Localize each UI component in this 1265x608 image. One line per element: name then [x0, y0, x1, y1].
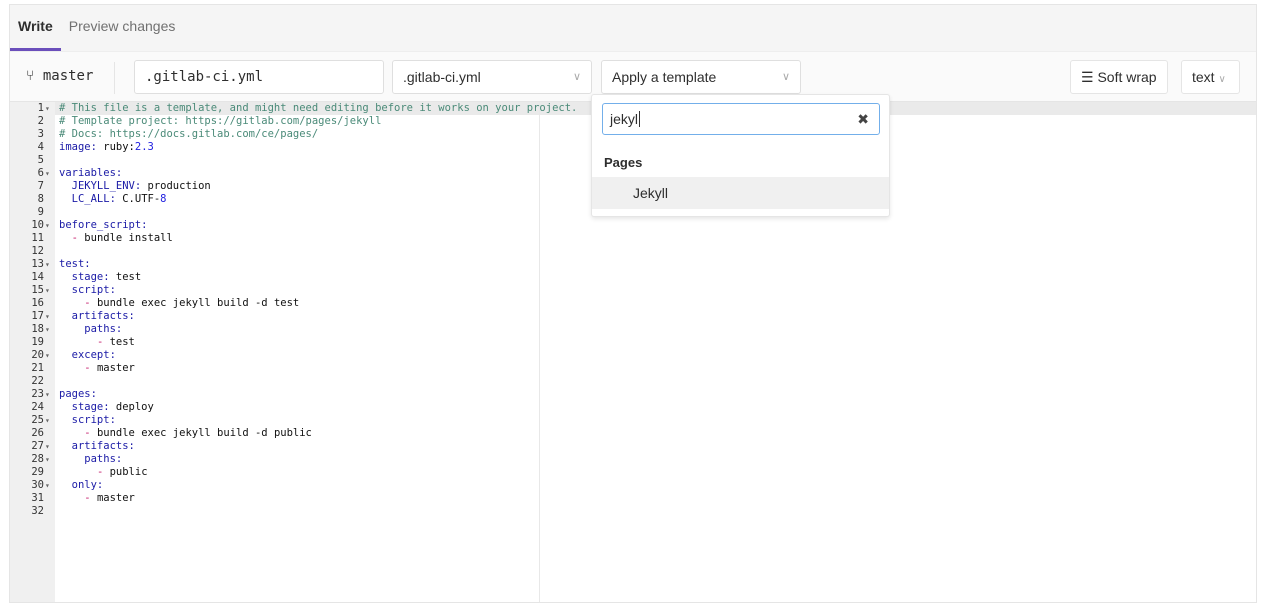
line-number: 18	[31, 323, 44, 335]
code-text: stage: deploy	[59, 401, 154, 413]
line-number: 3	[37, 128, 44, 140]
line-number: 26	[31, 427, 44, 439]
code-text: artifacts:	[59, 310, 135, 322]
line-number: 28	[31, 453, 44, 465]
fold-toggle-icon[interactable]: ▾	[45, 440, 50, 453]
line-number: 27	[31, 440, 44, 452]
print-margin	[539, 102, 540, 602]
line-number: 10	[31, 219, 44, 231]
search-value: jekyl	[610, 111, 639, 127]
code-text: image: ruby:2.3	[59, 141, 154, 153]
divider	[114, 62, 115, 94]
line-number: 30	[31, 479, 44, 491]
chevron-down-icon: ∨	[572, 71, 581, 83]
code-text: - test	[96, 336, 135, 348]
mode-value: text	[1192, 69, 1215, 85]
code-text: only:	[59, 479, 104, 491]
tab-write[interactable]: Write	[10, 4, 61, 51]
tab-preview-changes[interactable]: Preview changes	[61, 4, 184, 51]
template-value: Apply a template	[612, 69, 717, 85]
branch-name: master	[42, 68, 94, 84]
line-number: 12	[31, 245, 44, 257]
line-number: 24	[31, 401, 44, 413]
template-dropdown: jekyl ✖ Pages Jekyll	[591, 94, 890, 217]
code-text: # Docs: https://docs.gitlab.com/ce/pages…	[59, 128, 319, 140]
code-text: - bundle exec jekyll build -d public	[84, 427, 312, 439]
code-text: except:	[59, 349, 116, 361]
fold-toggle-icon[interactable]: ▾	[45, 349, 50, 362]
fold-toggle-icon[interactable]: ▾	[45, 102, 50, 115]
line-number: 6	[37, 167, 44, 179]
line-number: 14	[31, 271, 44, 283]
code-text: paths:	[59, 323, 123, 335]
code-text: pages:	[59, 388, 97, 400]
fold-toggle-icon[interactable]: ▾	[45, 284, 50, 297]
line-number: 4	[37, 141, 44, 153]
line-number: 16	[31, 297, 44, 309]
code-text: - master	[84, 362, 135, 374]
code-text: stage: test	[59, 271, 142, 283]
line-number: 5	[37, 154, 44, 166]
branch-indicator: ⑂ master	[26, 68, 93, 84]
file-name-input[interactable]: .gitlab-ci.yml	[134, 60, 384, 94]
line-number: 23	[31, 388, 44, 400]
code-text: - master	[84, 492, 135, 504]
soft-wrap-button[interactable]: ☰ Soft wrap	[1070, 60, 1168, 94]
code-text: JEKYLL_ENV: production	[59, 180, 211, 192]
code-text: before_script:	[59, 219, 148, 231]
line-number: 11	[31, 232, 44, 244]
code-text: # Template project: https://gitlab.com/p…	[59, 115, 382, 127]
code-text: - public	[96, 466, 148, 478]
code-text: - bundle install	[71, 232, 173, 244]
line-number: 15	[31, 284, 44, 296]
fold-toggle-icon[interactable]: ▾	[45, 258, 50, 271]
template-search-input[interactable]: jekyl ✖	[602, 103, 880, 135]
editor-tabs: Write Preview changes	[10, 5, 1256, 52]
line-number: 7	[37, 180, 44, 192]
chevron-down-icon: ∨	[1218, 74, 1226, 85]
chevron-down-icon: ∨	[781, 71, 790, 83]
line-number: 1	[37, 102, 44, 114]
code-text: LC_ALL: C.UTF-8	[59, 193, 167, 205]
line-number: 25	[31, 414, 44, 426]
line-number: 22	[31, 375, 44, 387]
fold-toggle-icon[interactable]: ▾	[45, 323, 50, 336]
soft-wrap-label: Soft wrap	[1097, 69, 1157, 85]
line-number: 13	[31, 258, 44, 270]
code-text: test:	[59, 258, 91, 270]
code-text: script:	[59, 414, 116, 426]
line-number: 17	[31, 310, 44, 322]
code-text: script:	[59, 284, 116, 296]
code-text: paths:	[59, 453, 123, 465]
line-number: 29	[31, 466, 44, 478]
line-number: 32	[31, 505, 44, 517]
template-select[interactable]: Apply a template ∨	[601, 60, 801, 94]
file-type-value: .gitlab-ci.yml	[403, 69, 481, 85]
fold-toggle-icon[interactable]: ▾	[45, 167, 50, 180]
fold-toggle-icon[interactable]: ▾	[45, 219, 50, 232]
code-text: variables:	[59, 167, 123, 179]
editor-mode-select[interactable]: text ∨	[1181, 60, 1240, 94]
file-type-select[interactable]: .gitlab-ci.yml ∨	[392, 60, 592, 94]
line-number: 8	[37, 193, 44, 205]
line-number: 20	[31, 349, 44, 361]
fold-toggle-icon[interactable]: ▾	[45, 388, 50, 401]
dropdown-item-jekyll[interactable]: Jekyll	[592, 177, 889, 209]
fold-toggle-icon[interactable]: ▾	[45, 453, 50, 466]
wrap-icon: ☰	[1081, 69, 1094, 85]
clear-icon[interactable]: ✖	[857, 104, 869, 134]
code-text: artifacts:	[59, 440, 135, 452]
code-text: # This file is a template, and might nee…	[59, 102, 578, 114]
fold-toggle-icon[interactable]: ▾	[45, 479, 50, 492]
code-text: - bundle exec jekyll build -d test	[84, 297, 300, 309]
fold-toggle-icon[interactable]: ▾	[45, 414, 50, 427]
branch-icon: ⑂	[26, 68, 35, 84]
fold-toggle-icon[interactable]: ▾	[45, 310, 50, 323]
line-number: 31	[31, 492, 44, 504]
line-number: 2	[37, 115, 44, 127]
dropdown-group-header: Pages	[604, 155, 643, 170]
line-number: 21	[31, 362, 44, 374]
line-number: 9	[37, 206, 44, 218]
line-number: 19	[31, 336, 44, 348]
